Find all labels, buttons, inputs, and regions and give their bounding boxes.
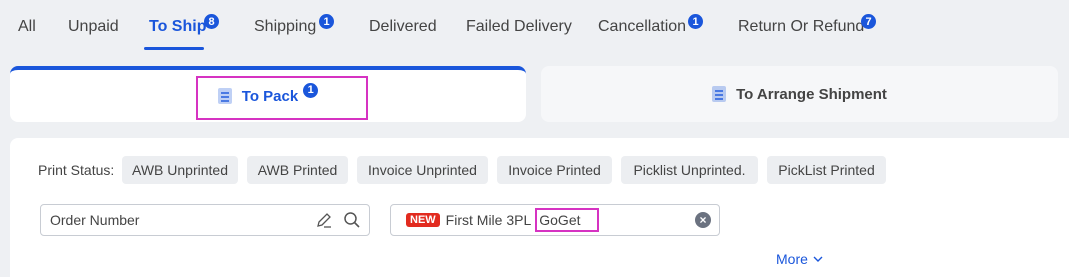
tab-label: Failed Delivery [466,18,572,35]
document-icon [712,86,727,102]
more-label: More [776,251,808,267]
tab-failed-delivery[interactable]: Failed Delivery [466,18,572,36]
tab-label: Unpaid [68,18,119,35]
tab-count-badge: 7 [861,14,876,29]
new-badge: NEW [406,213,440,227]
active-tab-underline [144,47,204,50]
chip-awb-unprinted[interactable]: AWB Unprinted [122,156,238,184]
tab-label: To Ship [149,18,207,35]
chip-invoice-printed[interactable]: Invoice Printed [497,156,612,184]
subtab-label: To Pack [241,87,299,105]
tab-to-ship[interactable]: To Ship 8 [149,14,219,36]
tab-label: Delivered [369,18,437,35]
tab-label: Return Or Refund [738,18,865,35]
more-filters-button[interactable]: More [776,251,824,267]
tab-unpaid[interactable]: Unpaid [68,18,119,36]
order-number-input[interactable]: Order Number [40,204,370,236]
tab-delivered[interactable]: Delivered [369,18,437,36]
subtab-to-pack[interactable]: To Pack 1 [10,66,526,122]
search-icon[interactable] [343,211,361,229]
chevron-down-icon [813,256,823,262]
subtab-to-arrange-shipment[interactable]: To Arrange Shipment [541,66,1058,122]
first-mile-3pl-label: First Mile 3PL [445,212,532,228]
chip-picklist-unprinted[interactable]: Picklist Unprinted. [621,156,758,184]
tab-count-badge: 8 [204,14,219,29]
first-mile-3pl-value: GoGet [535,208,600,232]
subtab-label: To Arrange Shipment [736,85,887,103]
tab-shipping[interactable]: Shipping 1 [254,14,334,36]
tab-cancellation[interactable]: Cancellation 1 [598,14,703,36]
tab-label: Shipping [254,18,317,35]
chip-picklist-printed[interactable]: PickList Printed [767,156,886,184]
tab-return-refund[interactable]: Return Or Refund 7 [738,14,876,36]
tab-label: All [18,18,36,35]
chip-awb-printed[interactable]: AWB Printed [247,156,348,184]
edit-pen-icon[interactable] [315,211,333,229]
tab-count-badge: 1 [319,14,334,29]
subtab-count-badge: 1 [303,82,319,98]
tab-all[interactable]: All [18,18,36,36]
order-status-tabs: All Unpaid To Ship 8 Shipping 1 Delivere… [0,0,1069,56]
tab-label: Cancellation [598,18,687,35]
clear-icon[interactable]: × [695,212,711,228]
first-mile-3pl-filter[interactable]: NEW First Mile 3PL GoGet × [390,204,720,236]
print-status-label: Print Status: [38,162,115,178]
tab-count-badge: 1 [688,14,703,29]
chip-invoice-unprinted[interactable]: Invoice Unprinted [357,156,488,184]
document-icon [217,88,232,104]
order-number-placeholder: Order Number [50,212,140,228]
